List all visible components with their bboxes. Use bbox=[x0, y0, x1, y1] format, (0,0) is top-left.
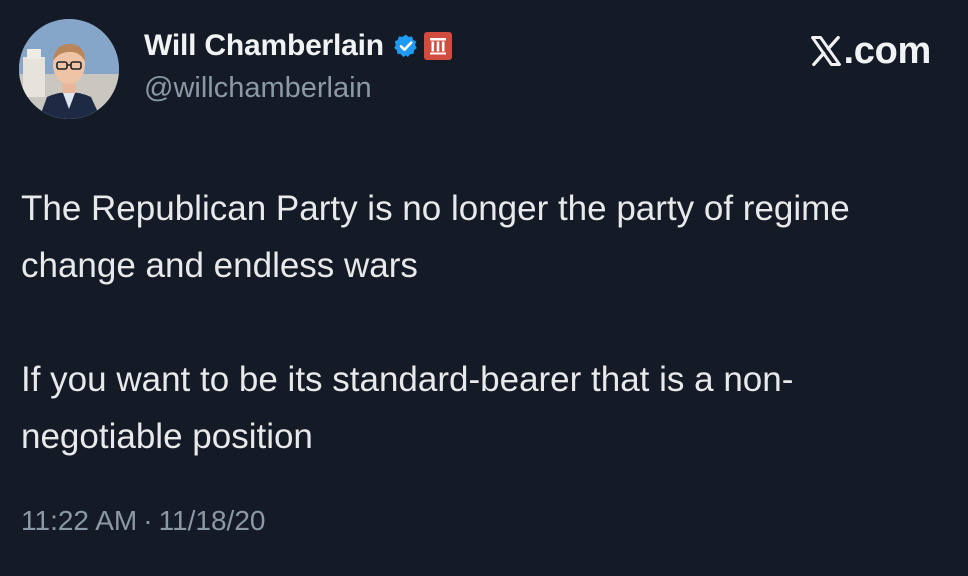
tweet-time: 11:22 AM bbox=[21, 505, 138, 536]
x-logo-icon bbox=[809, 34, 843, 68]
columns-badge-icon bbox=[423, 32, 452, 60]
profile-photo-icon bbox=[19, 19, 119, 119]
site-brand[interactable]: .com bbox=[809, 26, 932, 76]
author-display-name[interactable]: Will Chamberlain bbox=[144, 29, 384, 63]
tweet-card: Will Chamberlain @willchamberlain .com T… bbox=[0, 0, 968, 576]
verified-badge-icon bbox=[393, 33, 419, 59]
site-domain-suffix: .com bbox=[843, 29, 932, 72]
tweet-body: The Republican Party is no longer the pa… bbox=[21, 180, 941, 465]
avatar[interactable] bbox=[19, 19, 119, 119]
tweet-date: 11/18/20 bbox=[158, 505, 266, 536]
tweet-paragraph: The Republican Party is no longer the pa… bbox=[21, 189, 850, 285]
timestamp-separator: · bbox=[143, 505, 153, 536]
tweet-paragraph: If you want to be its standard-bearer th… bbox=[21, 360, 794, 456]
tweet-timestamp[interactable]: 11:22 AM · 11/18/20 bbox=[21, 505, 265, 537]
author-name-row: Will Chamberlain bbox=[144, 26, 452, 66]
author-handle[interactable]: @willchamberlain bbox=[144, 72, 372, 105]
